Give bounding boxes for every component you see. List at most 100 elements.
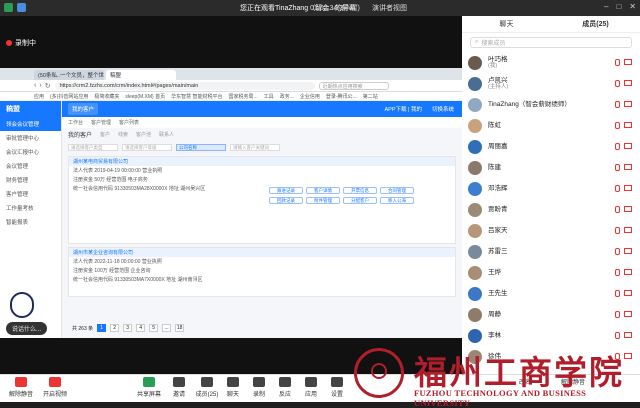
sidebar-item[interactable]: 审批管理中心 [0,131,61,145]
bookmark-item[interactable]: 华东智慧 智能财税平台 [171,93,222,100]
record-action-button[interactable]: 合同管理 [380,187,414,194]
bookmark-item[interactable]: (多)抖音网站应用 [50,93,88,100]
bookmark-item[interactable]: 登录-腾讯公... [326,93,357,100]
sub-tab[interactable]: 客户池 [136,131,151,138]
bookmark-item[interactable]: 国家税务局... [229,93,258,100]
record-action-button[interactable]: 移入公海 [380,197,414,204]
sidebar-item[interactable]: 领会会议管理 [0,117,61,131]
switch-system-link[interactable]: 切换系统 [432,105,454,113]
filter-search-input[interactable]: 请输入客户关键词 [230,143,280,151]
record-action-button[interactable]: 回款记录 [269,197,303,204]
customer-record[interactable]: 湖州某电商贸易有限公司 法人代表 2019-04-19 00:00:00 营业执… [68,156,456,244]
page-button[interactable]: 2 [110,324,120,332]
browser-tab-active[interactable]: 稿盟 [106,70,176,80]
member-row[interactable]: 周丽嘉 [462,136,640,157]
url-field[interactable]: https://crm2.fzzhs.com/crm/index.html#/p… [54,81,315,90]
breadcrumb-item[interactable]: 工作台 [68,119,83,126]
member-row[interactable]: 卢凯兴 (主持人) [462,73,640,94]
bookmark-item[interactable]: 政务... [280,93,294,100]
page-button[interactable]: 5 [149,324,159,332]
member-row[interactable]: 周静 [462,304,640,325]
sidebar-item[interactable]: 客户管理 [0,187,61,201]
settings-button[interactable]: 设置 [320,377,354,398]
page-button[interactable]: 18 [175,324,185,332]
record-action-button[interactable]: 附件管理 [306,197,340,204]
bookmark-item[interactable]: 应用 [34,93,44,100]
member-name: 陈虹 [488,122,501,129]
record-action-button[interactable]: 跟进记录 [269,187,303,194]
speaker-view-button[interactable]: 演讲者视图 [372,3,407,13]
forward-icon[interactable]: › [39,82,41,90]
sidebar-item[interactable]: 智能报表 [0,215,61,229]
member-row[interactable]: 苏雷三 [462,241,640,262]
tab-chat[interactable]: 聊天 [462,19,551,29]
share-screen-button[interactable]: 共享屏幕 [132,377,166,398]
sub-tab[interactable]: 线索 [118,131,128,138]
tab-members[interactable]: 成员(25) [551,19,640,29]
browser-search[interactable]: 近期热点应用搜索 [318,81,389,90]
member-row[interactable]: 陈建 [462,157,640,178]
minimize-icon[interactable]: – [604,2,608,11]
sidebar-item[interactable]: 工作量考核 [0,201,61,215]
member-search-input[interactable]: ⌕ 搜索成员 [470,37,632,48]
record-action-button[interactable]: 开票信息 [343,187,377,194]
member-status-icons [615,101,632,108]
browser-tab[interactable]: (50条私..一个文员，整个世界 [34,70,104,80]
breadcrumb-item[interactable]: 客户列表 [119,119,139,126]
camera-off-icon [624,353,632,359]
maximize-icon[interactable]: □ [616,2,621,11]
unmute-button[interactable]: 解除静音 [4,377,38,398]
member-row[interactable]: 王先生 [462,283,640,304]
member-row[interactable]: 徐伟 [462,346,640,367]
shield-icon [4,3,13,12]
filter-select[interactable]: 请选择客户类型 [68,143,118,151]
panel-unmute-button[interactable]: 解除静音 [556,377,590,386]
record-icon [253,377,265,387]
member-row[interactable]: 陈虹 [462,115,640,136]
record-action-button[interactable]: 分配客户 [343,197,377,204]
customer-record[interactable]: 湖州市某企业咨询有限公司 法人代表 2022-11-18 00:00:00 营业… [68,247,456,297]
back-icon[interactable]: ‹ [34,82,36,90]
record-line: 法人代表 2022-11-18 00:00:00 营业执照 [73,259,162,265]
record-title[interactable]: 湖州某电商贸易有限公司 [69,157,455,166]
member-row[interactable]: 贾盼青 [462,199,640,220]
bookmark-item[interactable]: sleep(M.XM) 首页 [125,93,165,100]
page-button[interactable]: 4 [136,324,146,332]
member-name-block: 卢凯兴 (主持人) [488,77,508,91]
header-tab[interactable]: 我的客户 [68,103,99,115]
bookmark-item[interactable]: 工具 [264,93,274,100]
bookmark-item[interactable]: 极简收藏夹 [94,93,119,100]
start-video-button[interactable]: 开启视频 [38,377,72,398]
app-download-link[interactable]: APP下载 | 我的 [384,105,422,113]
filter-select[interactable]: 请选择客户等级 [122,143,172,151]
page-button[interactable]: 1 [97,324,107,332]
sidebar-item[interactable]: 财务管理 [0,173,61,187]
member-row[interactable]: 邓浩辉 [462,178,640,199]
sub-tab[interactable]: 客户 [100,131,110,138]
reload-icon[interactable]: ↻ [45,82,51,90]
member-name-block: 吕家天 [488,227,508,234]
rename-button[interactable]: 改名 [508,377,542,386]
crm-app: 稿盟 领会会议管理 审批管理中心 会议汇报中心 会议管理 财务管理 客户管理 工… [0,101,462,338]
record-title[interactable]: 湖州市某企业咨询有限公司 [69,248,455,257]
avatar [468,223,482,238]
close-icon[interactable]: ✕ [629,2,636,11]
sidebar-item[interactable]: 会议管理 [0,159,61,173]
panel-unmute-label: 解除静音 [560,380,585,386]
browser-tabstrip: (50条私..一个文员，整个世界 稿盟 [0,68,462,80]
member-row[interactable]: 吕家天 [462,220,640,241]
camera-off-icon [624,290,632,296]
breadcrumb-item[interactable]: 客户管理 [91,119,111,126]
assistant-robot-icon[interactable] [10,292,34,318]
member-row[interactable]: 叶巧格 (我) [462,52,640,73]
member-row[interactable]: TinaZhang（智会薪财绩师） [462,94,640,115]
sidebar-item[interactable]: 会议汇报中心 [0,145,61,159]
filter-select[interactable]: 公司名称 [176,143,226,151]
record-action-button[interactable]: 客户详情 [306,187,340,194]
page-button[interactable]: 3 [123,324,133,332]
bookmark-item[interactable]: 第二站 [363,93,378,100]
bookmark-item[interactable]: 企业信用 [300,93,320,100]
member-row[interactable]: 王烨 [462,262,640,283]
sub-tab[interactable]: 联系人 [159,131,174,138]
member-row[interactable]: 李林 [462,325,640,346]
